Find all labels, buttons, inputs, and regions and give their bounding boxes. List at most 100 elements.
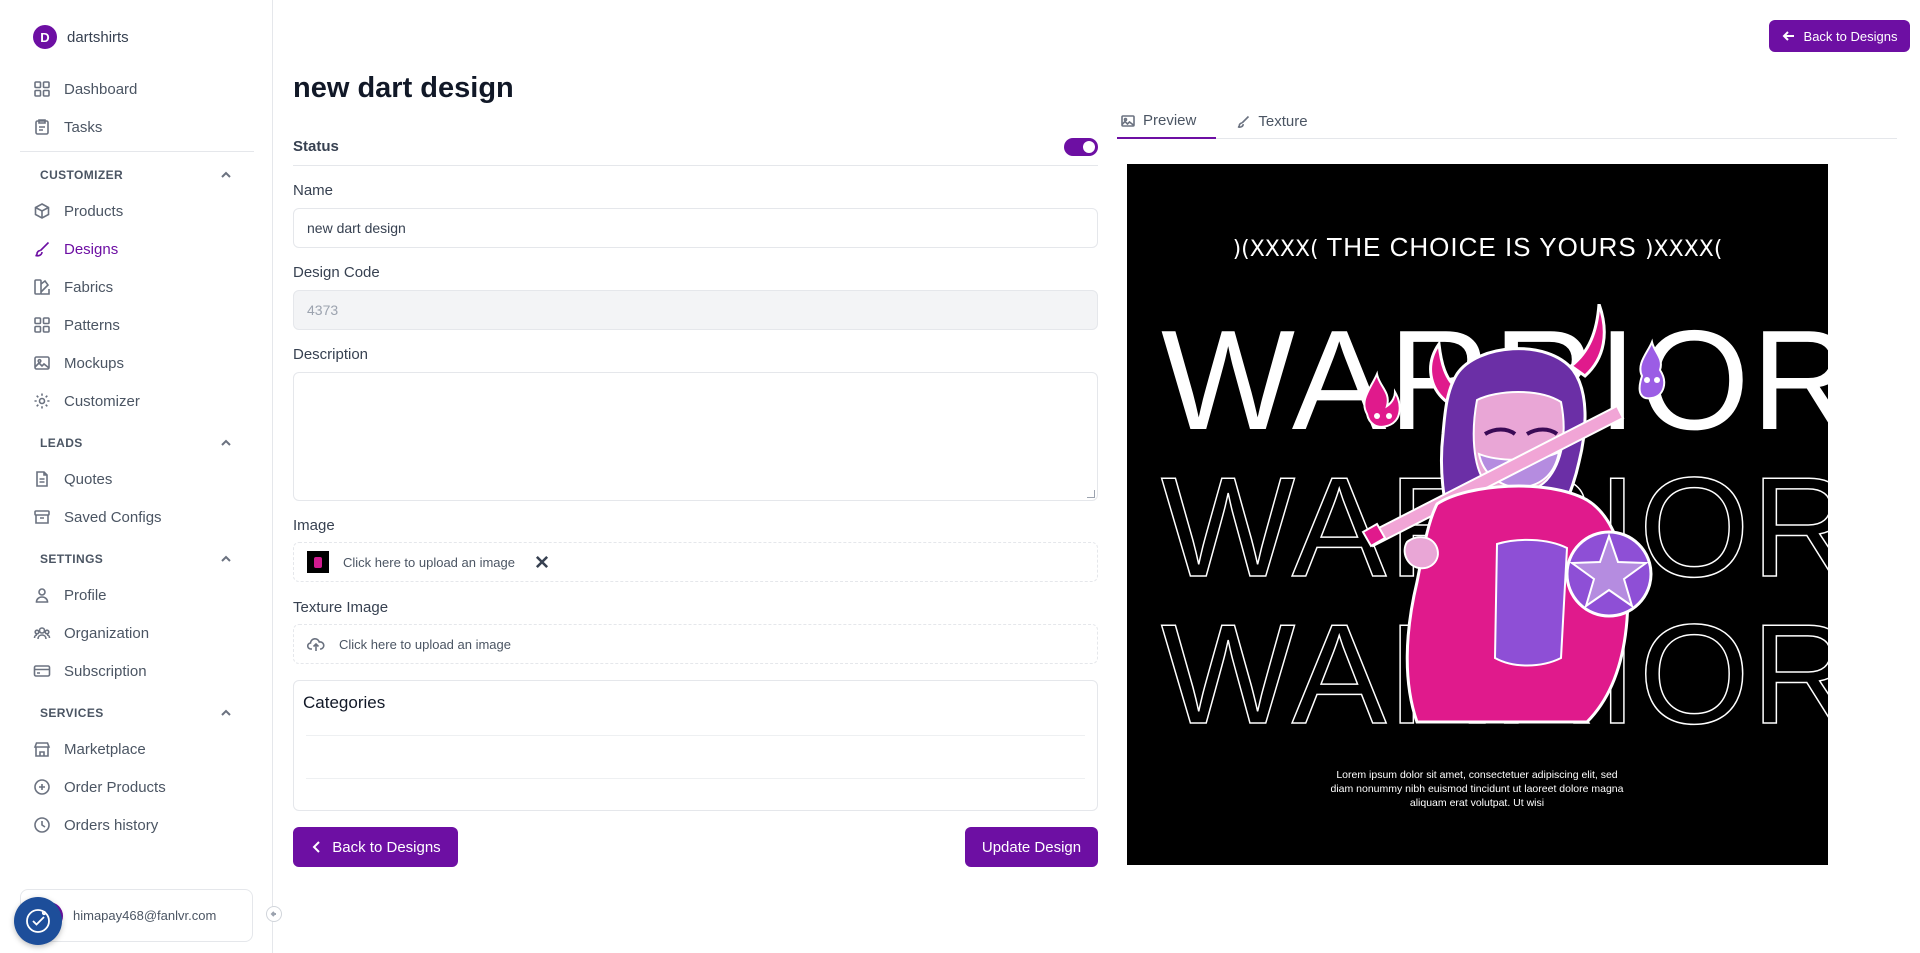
tab-texture[interactable]: Texture: [1232, 104, 1311, 139]
chevron-up-icon: [221, 439, 231, 446]
brand-name: dartshirts: [67, 28, 129, 46]
store-icon: [33, 742, 51, 757]
sidebar: D dartshirts Dashboard Tasks CUSTOMIZER …: [0, 0, 273, 953]
cloud-upload-icon: [307, 638, 325, 651]
update-design-button[interactable]: Update Design: [965, 827, 1098, 867]
arrow-left-icon: [270, 911, 276, 917]
brush-icon: [35, 241, 50, 257]
chevron-up-icon: [221, 555, 231, 562]
sidebar-item-mockups[interactable]: Mockups: [20, 344, 254, 382]
card-icon: [33, 665, 51, 677]
warrior-character-illustration: [1361, 304, 1666, 724]
cookie-icon: [26, 909, 50, 933]
clock-icon: [34, 817, 50, 833]
section-customizer[interactable]: CUSTOMIZER: [20, 158, 254, 192]
artwork-tagline: )(XXXX( THE CHOICE IS YOURS )XXXX(: [1127, 232, 1828, 263]
image-thumbnail: [307, 551, 329, 573]
app: D dartshirts Dashboard Tasks CUSTOMIZER …: [0, 0, 1920, 953]
chevron-left-icon: [312, 841, 321, 853]
sidebar-item-organization[interactable]: Organization: [20, 614, 254, 652]
brush-icon: [1238, 115, 1250, 128]
archive-icon: [34, 510, 50, 524]
categories-panel: Categories: [293, 680, 1098, 811]
section-leads[interactable]: LEADS: [20, 426, 254, 460]
sidebar-item-label: Mockups: [64, 354, 125, 372]
texture-image-label: Texture Image: [293, 599, 389, 616]
sidebar-item-label: Subscription: [64, 662, 147, 680]
categories-title: Categories: [303, 693, 386, 712]
sidebar-item-label: Customizer: [64, 392, 140, 410]
sidebar-item-label: Saved Configs: [64, 508, 162, 526]
section-services[interactable]: SERVICES: [20, 696, 254, 730]
resize-handle[interactable]: [1087, 490, 1095, 498]
texture-image-upload[interactable]: Click here to upload an image: [293, 624, 1098, 664]
back-to-designs-button[interactable]: Back to Designs: [1769, 20, 1910, 52]
section-settings[interactable]: SETTINGS: [20, 542, 254, 576]
button-label: Back to Designs: [332, 838, 441, 856]
sidebar-item-label: Order Products: [64, 778, 166, 796]
section-title: LEADS: [40, 436, 83, 450]
page-title: new dart design: [293, 72, 514, 104]
ornament-left: )(XXXX(: [1232, 237, 1319, 262]
users-icon: [33, 627, 51, 640]
file-icon: [36, 471, 48, 487]
sidebar-item-products[interactable]: Products: [20, 192, 254, 230]
sidebar-item-label: Patterns: [64, 316, 120, 334]
name-label: Name: [293, 182, 334, 199]
chevron-up-icon: [221, 171, 231, 178]
artwork-body-text: Lorem ipsum dolor sit amet, consectetuer…: [1330, 769, 1624, 810]
button-label: Back to Designs: [1803, 28, 1898, 44]
section-title: SERVICES: [40, 706, 104, 720]
box-icon: [34, 203, 50, 219]
tab-label: Preview: [1143, 112, 1197, 129]
back-to-designs-button[interactable]: Back to Designs: [293, 827, 458, 867]
sidebar-nav: Dashboard Tasks CUSTOMIZER Products Desi…: [20, 70, 254, 844]
sidebar-item-tasks[interactable]: Tasks: [20, 108, 254, 146]
divider: [20, 151, 254, 152]
image-upload[interactable]: Click here to upload an image: [293, 542, 1098, 582]
sidebar-item-label: Quotes: [64, 470, 113, 488]
arrow-left-icon: [1782, 31, 1794, 41]
sidebar-item-quotes[interactable]: Quotes: [20, 460, 254, 498]
image-icon: [34, 356, 50, 370]
cookie-consent-button[interactable]: [14, 897, 62, 945]
collapse-sidebar-button[interactable]: [266, 906, 282, 922]
design-preview: )(XXXX( THE CHOICE IS YOURS )XXXX( WARRI…: [1127, 164, 1828, 865]
sidebar-item-label: Orders history: [64, 816, 159, 834]
status-row: Status: [293, 128, 1098, 166]
upload-text: Click here to upload an image: [343, 554, 515, 570]
user-email: himapay468@fanlvr.com: [73, 908, 217, 923]
plus-circle-icon: [34, 779, 50, 795]
name-field[interactable]: new dart design: [293, 208, 1098, 248]
chevron-up-icon: [221, 709, 231, 716]
sidebar-item-designs[interactable]: Designs: [20, 230, 254, 268]
sidebar-item-subscription[interactable]: Subscription: [20, 652, 254, 690]
status-toggle[interactable]: [1064, 137, 1098, 156]
sidebar-item-customizer[interactable]: Customizer: [20, 382, 254, 420]
grid-icon: [34, 317, 50, 333]
design-code-label: Design Code: [293, 264, 380, 281]
image-label: Image: [293, 517, 335, 534]
tab-label: Texture: [1258, 113, 1308, 130]
sidebar-item-orders-history[interactable]: Orders history: [20, 806, 254, 844]
brand[interactable]: D dartshirts: [33, 25, 129, 49]
gear-icon: [34, 393, 50, 409]
sidebar-item-label: Marketplace: [64, 740, 146, 758]
sidebar-item-dashboard[interactable]: Dashboard: [20, 70, 254, 108]
sidebar-item-profile[interactable]: Profile: [20, 576, 254, 614]
sidebar-item-fabrics[interactable]: Fabrics: [20, 268, 254, 306]
close-icon[interactable]: [533, 553, 551, 571]
ornament-right: )XXXX(: [1644, 237, 1723, 262]
sidebar-item-saved-configs[interactable]: Saved Configs: [20, 498, 254, 536]
tab-preview[interactable]: Preview: [1117, 104, 1217, 139]
sidebar-item-marketplace[interactable]: Marketplace: [20, 730, 254, 768]
tagline-text: THE CHOICE IS YOURS: [1326, 232, 1637, 262]
description-field[interactable]: [293, 372, 1098, 501]
sidebar-item-label: Fabrics: [64, 278, 114, 296]
divider: [306, 735, 1085, 736]
sidebar-item-label: Tasks: [64, 118, 103, 136]
sidebar-item-order-products[interactable]: Order Products: [20, 768, 254, 806]
design-code-field: 4373: [293, 290, 1098, 330]
sidebar-item-patterns[interactable]: Patterns: [20, 306, 254, 344]
section-title: SETTINGS: [40, 552, 104, 566]
